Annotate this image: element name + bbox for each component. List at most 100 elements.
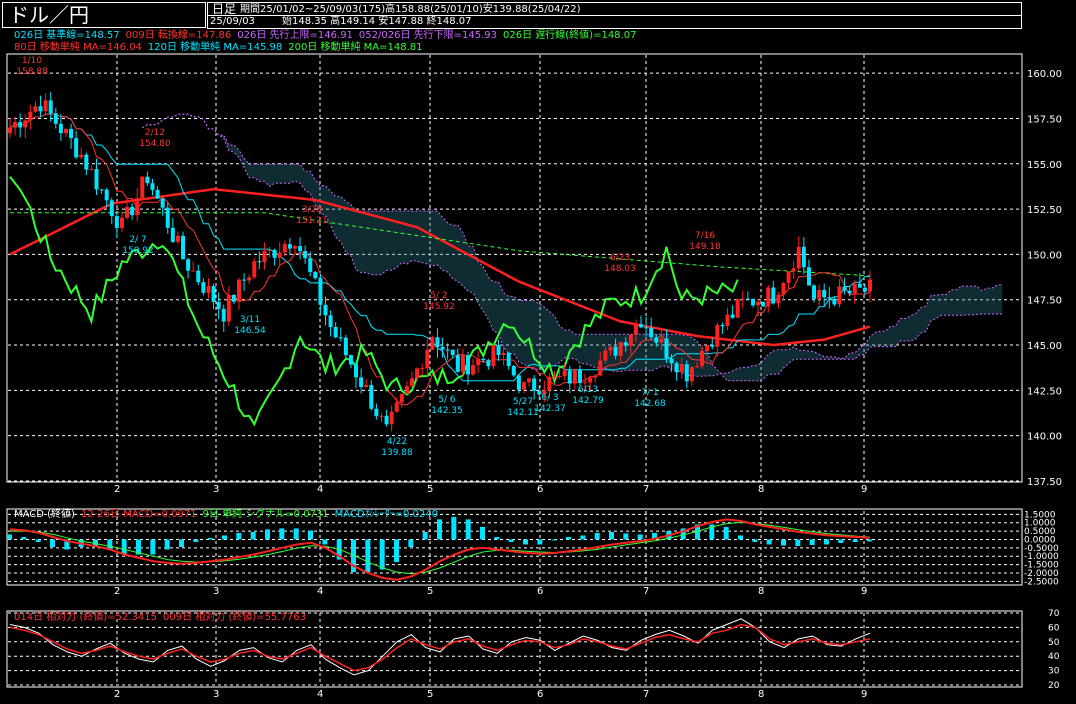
candle-body [684, 364, 689, 382]
macd-hist-bar [293, 528, 299, 540]
macd-frame [6, 508, 1023, 586]
macd-hist-bar [279, 528, 285, 540]
candle-body [104, 189, 109, 201]
macd-hist-bar [422, 531, 428, 540]
rsi-y-tick-label: 20 [1048, 681, 1060, 691]
candle-body [476, 358, 481, 366]
candle-body [140, 176, 145, 198]
candle-body [323, 304, 328, 316]
macd-grid [8, 511, 1020, 583]
candle-body [191, 270, 196, 272]
annotation-value: 142.35 [431, 406, 463, 416]
candle-body [160, 198, 165, 208]
candle-body [481, 358, 486, 361]
macd-x-tick-label: 2 [114, 586, 120, 597]
candle-body [720, 324, 725, 327]
candle-body [282, 244, 287, 253]
candle-body [435, 337, 440, 347]
annotation-value: 148.03 [604, 264, 636, 274]
candle-body [359, 377, 364, 388]
annotation-value: 158.88 [16, 67, 48, 77]
macd-x-tick-label: 3 [213, 586, 219, 597]
rsi-14-line [9, 623, 871, 672]
candle-body [822, 289, 827, 298]
macd-hist-bar [824, 539, 829, 545]
macd-hist-bar [179, 539, 184, 547]
macd-hist-bar [781, 539, 786, 546]
y-tick-label: 140.00 [1027, 432, 1062, 443]
macd-histogram [7, 516, 872, 573]
candle-body [420, 368, 425, 370]
macd-hist-bar [594, 532, 600, 540]
candle-body [806, 267, 811, 286]
macd-hist-bar [7, 534, 12, 540]
rsi-x-axis: 2 3 4 5 6 7 8 9 [114, 689, 867, 700]
macd-hist-bar [365, 539, 371, 573]
candle-body [119, 217, 124, 228]
candle-body [796, 246, 801, 269]
x-tick-label: 5 [427, 484, 433, 495]
candle-body [756, 301, 761, 306]
candle-body [404, 386, 409, 394]
candle-body [394, 402, 399, 412]
y-tick-label: 155.00 [1027, 160, 1062, 171]
candle-body [862, 287, 867, 292]
candle-body [196, 270, 201, 283]
candle-body [644, 327, 649, 329]
candle-body [384, 415, 389, 425]
macd-hist-bar [523, 539, 528, 545]
candle-body [496, 345, 501, 356]
candle-body [740, 298, 745, 300]
candle-body [252, 261, 257, 278]
candle-body [186, 259, 191, 271]
y-tick-label: 142.50 [1027, 386, 1062, 397]
candle-body [369, 385, 374, 409]
candle-body [842, 286, 847, 291]
candle-body [43, 100, 48, 112]
candle-body [211, 286, 216, 303]
candle-body [287, 244, 292, 249]
candle-body [857, 283, 862, 288]
candle-body [562, 370, 567, 376]
candle-body [425, 349, 430, 369]
macd-hist-bar [164, 539, 170, 550]
x-tick-label: 6 [537, 484, 543, 495]
macd-hist-bar [766, 539, 772, 545]
macd-hist-bar [222, 535, 227, 540]
rsi-legend: 014日 相対力 (終値)=52.3415 009日 相対力 (終値)=55.77… [14, 612, 312, 623]
macd-hist-bar [752, 539, 758, 542]
candle-body [130, 206, 135, 216]
candle-body [516, 375, 521, 390]
annotation-value: 146.54 [234, 326, 266, 336]
macd-hist-bar [637, 534, 643, 540]
rsi-x-tick-label: 2 [114, 689, 120, 700]
macd-hist-bar [537, 539, 543, 545]
candle-body [221, 308, 226, 322]
annotation-value: 142.68 [634, 399, 666, 409]
candle-body [348, 355, 353, 365]
candle-body [572, 369, 577, 384]
annotation-date: 6/13 [578, 385, 598, 395]
candle-body [18, 121, 23, 128]
candle-body [272, 249, 277, 258]
y-tick-label: 152.50 [1027, 205, 1062, 216]
candle-body [430, 337, 435, 350]
candle-body [94, 169, 99, 190]
macd-x-tick-label: 8 [758, 586, 764, 597]
candle-body [343, 337, 348, 356]
candle-body [313, 271, 318, 279]
macd-x-tick-label: 5 [427, 586, 433, 597]
candle-body [89, 169, 94, 171]
macd-hist-bar [250, 531, 256, 540]
candle-body [801, 246, 806, 268]
candle-body [63, 128, 68, 134]
annotation-value: 139.88 [381, 448, 413, 458]
macd-hist-bar [465, 519, 471, 540]
candle-body [99, 189, 104, 191]
candle-body [623, 342, 628, 346]
macd-hist-bar [437, 519, 442, 540]
annotation-value: 151.21 [296, 216, 328, 226]
macd-hist-bar [867, 539, 872, 542]
candle-body [725, 314, 730, 327]
candle-body [588, 377, 593, 383]
